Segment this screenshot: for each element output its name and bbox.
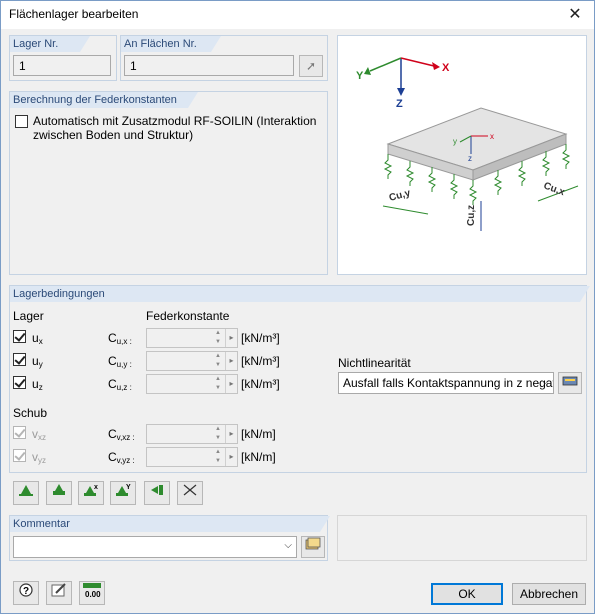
vyz-label: vyz (32, 450, 46, 465)
chevron-down-icon: ⌵ (284, 540, 292, 551)
federkonstanten-group: Berechnung der Federkonstanten Automatis… (9, 91, 328, 275)
cuz-label: Cu,z (466, 205, 477, 226)
nichtlinearitaet-label: Nichtlinearität (338, 356, 411, 370)
cux-unit: [kN/m³] (241, 331, 280, 345)
vxz-label: vxz (32, 427, 46, 442)
an-flaechen-field[interactable]: 1 (124, 55, 294, 76)
uy-checkbox[interactable] (13, 353, 26, 366)
local-x-label: x (490, 132, 494, 141)
uz-checkbox[interactable] (13, 376, 26, 389)
federkonstante-column-label: Federkonstante (146, 309, 230, 323)
global-x-arrow (432, 62, 440, 70)
federkonstanten-label: Berechnung der Federkonstanten (10, 92, 198, 108)
chevron-down-icon: ⌵ (541, 376, 549, 387)
support-type-y-icon[interactable]: Y (110, 481, 136, 505)
kommentar-group: Kommentar ⌵ (9, 515, 330, 561)
lager-nr-group: Lager Nr. 1 (9, 35, 117, 81)
cvxz-input[interactable]: ▲ ▼ ▸ (146, 424, 238, 444)
kommentar-label: Kommentar (10, 516, 330, 532)
cuy-arrow (382, 205, 429, 215)
cuz-field-label: Cu,z : (108, 377, 132, 392)
lagerbedingungen-group: Lagerbedingungen Lager Federkonstante ux… (9, 285, 590, 473)
global-x-label: X (442, 62, 450, 74)
kommentar-input[interactable]: ⌵ (13, 536, 297, 558)
local-z-label: z (468, 154, 472, 163)
kommentar-preview-area (337, 515, 587, 561)
cancel-button[interactable]: Abbrechen (512, 583, 586, 605)
global-y-label: Y (356, 70, 364, 82)
lager-nr-label: Lager Nr. (10, 36, 90, 52)
svg-text:x: x (94, 484, 98, 491)
local-y-label: y (453, 137, 457, 146)
rf-soilin-checkbox[interactable] (15, 115, 28, 128)
cuy-input[interactable]: ▲ ▼ ▸ (146, 351, 238, 371)
cuz-arrow-button[interactable]: ▸ (225, 375, 237, 393)
cvyz-field-label: Cv,yz : (108, 450, 135, 465)
cuz-input[interactable]: ▲ ▼ ▸ (146, 374, 238, 394)
ux-checkbox[interactable] (13, 330, 26, 343)
svg-text:0.00: 0.00 (85, 590, 101, 599)
cvyz-input[interactable]: ▲ ▼ ▸ (146, 447, 238, 467)
svg-text:?: ? (23, 586, 29, 597)
cuy-label: Cu,y (388, 188, 412, 204)
title-bar: Flächenlager bearbeiten ✕ (1, 1, 594, 29)
cux-spinner[interactable]: ▲ ▼ (213, 329, 223, 347)
cuy-arrow-button[interactable]: ▸ (225, 352, 237, 370)
cvyz-arrow-button[interactable]: ▸ (225, 448, 237, 466)
dialog-window: Flächenlager bearbeiten ✕ Lager Nr. 1 An… (0, 0, 595, 614)
cux-arrow-button[interactable]: ▸ (225, 329, 237, 347)
cvxz-spinner[interactable]: ▲ ▼ (213, 425, 223, 443)
cvxz-arrow-button[interactable]: ▸ (225, 425, 237, 443)
lager-nr-field[interactable]: 1 (13, 55, 111, 76)
nichtlinearitaet-value: Ausfall falls Kontaktspannung in z negat… (343, 376, 554, 390)
cuy-unit: [kN/m³] (241, 354, 280, 368)
kommentar-library-icon[interactable] (301, 536, 325, 558)
rf-soilin-label-line2: zwischen Boden und Struktur) (33, 128, 194, 142)
support-type-x-icon[interactable]: x (78, 481, 104, 505)
cvyz-unit: [kN/m] (241, 450, 276, 464)
cuy-field-label: Cu,y : (108, 354, 132, 369)
cvyz-spinner[interactable]: ▲ ▼ (213, 448, 223, 466)
close-icon[interactable]: ✕ (562, 3, 588, 27)
support-diagram-svg: Y X Z y x z Cu,y Cu,x Cu,z (356, 57, 579, 231)
rf-soilin-label-line1: Automatisch mit Zusatzmodul RF-SOILIN (I… (33, 114, 317, 128)
ok-button[interactable]: OK (431, 583, 503, 605)
global-y-arrow (364, 67, 371, 75)
cuz-unit: [kN/m³] (241, 377, 280, 391)
uz-label: uz (32, 377, 43, 392)
svg-text:Y: Y (126, 484, 131, 491)
an-flaechen-label: An Flächen Nr. (121, 36, 221, 52)
lagerbedingungen-label: Lagerbedingungen (10, 286, 590, 302)
global-z-label: Z (396, 98, 403, 110)
cux-input[interactable]: ▲ ▼ ▸ (146, 328, 238, 348)
cux-field-label: Cu,x : (108, 331, 132, 346)
cux-label: Cu,x (542, 180, 567, 198)
window-title: Flächenlager bearbeiten (9, 7, 139, 21)
uy-label: uy (32, 354, 43, 369)
global-y-axis (369, 57, 402, 72)
support-type-pinned-icon[interactable] (13, 481, 39, 505)
edit-icon[interactable] (46, 581, 72, 605)
units-icon[interactable]: 0.00 (79, 581, 105, 605)
help-icon[interactable]: ? (13, 581, 39, 605)
nonlinearity-edit-icon[interactable] (558, 372, 582, 394)
global-z-arrow (397, 88, 405, 96)
pick-surface-icon[interactable]: ➚ (299, 55, 323, 77)
support-free-icon[interactable] (177, 481, 203, 505)
global-x-axis (400, 57, 435, 67)
vxz-checkbox[interactable] (13, 426, 26, 439)
vyz-checkbox[interactable] (13, 449, 26, 462)
cuz-spinner[interactable]: ▲ ▼ (213, 375, 223, 393)
lager-column-label: Lager (13, 309, 44, 323)
ux-label: ux (32, 331, 43, 346)
support-type-fixed-icon[interactable] (46, 481, 72, 505)
cvxz-field-label: Cv,xz : (108, 427, 135, 442)
support-diagram: Y X Z y x z Cu,y Cu,x Cu,z (337, 35, 587, 275)
support-wall-icon[interactable] (144, 481, 170, 505)
schub-label: Schub (13, 406, 48, 420)
an-flaechen-group: An Flächen Nr. 1 ➚ (120, 35, 328, 81)
nichtlinearitaet-select[interactable]: Ausfall falls Kontaktspannung in z negat… (338, 372, 554, 394)
cvxz-unit: [kN/m] (241, 427, 276, 441)
cuy-spinner[interactable]: ▲ ▼ (213, 352, 223, 370)
